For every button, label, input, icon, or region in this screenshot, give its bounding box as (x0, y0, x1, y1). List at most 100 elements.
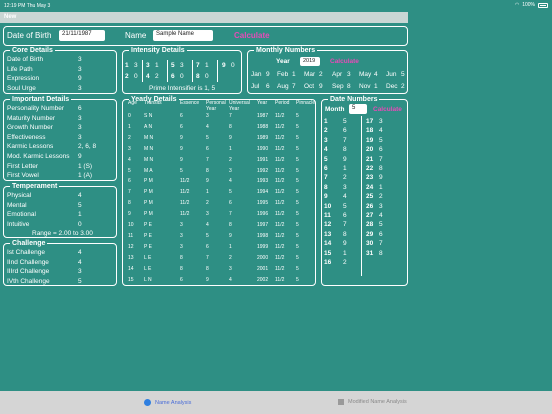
yearly-cell: 11/2 (275, 189, 285, 196)
year-input[interactable]: 2019 (300, 57, 320, 66)
date-day: 6 (324, 165, 328, 172)
month-name: Aug (277, 83, 289, 90)
date-value: 5 (343, 118, 347, 125)
yearly-header: Period (275, 100, 290, 106)
date-value: 6 (379, 146, 383, 154)
yearly-cell: 4 (206, 222, 209, 228)
intensity-number: 3 (146, 62, 150, 69)
month-name: Dec (386, 83, 398, 90)
yearly-cell: 15 (128, 276, 134, 283)
yearly-cell: 11/2 (275, 265, 285, 272)
intensity-divider (167, 60, 168, 82)
yearly-cell: 5 (206, 232, 209, 239)
status-bar: 12:19 PM Thu May 3 ◠ 100% (0, 0, 552, 12)
yearly-cell: M N (144, 156, 154, 163)
yearly-cell: 5 (296, 189, 299, 196)
yearly-cell: 2 (206, 200, 209, 207)
date-value: 5 (379, 136, 383, 144)
calculate-button[interactable]: Calculate (234, 31, 270, 40)
yearly-cell: 6 (206, 145, 209, 152)
yearly-cell: 11/2 (275, 276, 285, 283)
yearly-cell: 11/2 (275, 232, 285, 239)
core-label-0: Date of Birth (7, 56, 44, 63)
intensity-count: 0 (180, 73, 184, 80)
important-value-3: 3 (78, 133, 82, 141)
month-value: 8 (347, 83, 351, 90)
yearly-cell: 5 (128, 167, 131, 174)
yearly-cell: 1998 (257, 232, 269, 239)
yearly-cell: 5 (296, 265, 299, 272)
intensity-count: 0 (205, 73, 209, 80)
yearly-cell: 5 (296, 123, 299, 130)
yearly-cell: 11/2 (275, 243, 285, 250)
date-value: 7 (343, 136, 347, 144)
yearly-cell: 4 (128, 156, 131, 163)
yearly-cell: M A (144, 167, 153, 174)
yearly-cell: 3 (206, 211, 209, 218)
month-name: Mar (304, 71, 316, 78)
intensity-number: 2 (125, 73, 129, 80)
month-label: Month (325, 106, 345, 113)
yearly-cell: 1999 (257, 243, 269, 250)
intensity-count: 1 (155, 62, 159, 69)
date-day: 27 (366, 212, 374, 219)
temperament-value-3: 0 (78, 220, 82, 228)
tab-modified-name-analysis[interactable]: Modified Name Analysis (338, 399, 407, 405)
yearly-cell: 5 (180, 167, 183, 174)
tab-modified-label: Modified Name Analysis (348, 399, 407, 405)
year-calculate-button[interactable]: Calculate (330, 57, 359, 66)
name-input[interactable]: Sample Name (153, 30, 213, 41)
yearly-cell: P E (144, 243, 152, 250)
nav-title: New (4, 14, 17, 20)
month-name: Sep (332, 83, 344, 90)
important-label-7: First Vowel (7, 172, 39, 180)
yearly-cell: 6 (180, 276, 183, 283)
intensity-number: 7 (196, 62, 200, 69)
date-day: 3 (324, 136, 328, 144)
yearly-cell: 8 (206, 167, 209, 174)
date-day: 9 (324, 193, 328, 201)
intensity-count: 1 (205, 62, 209, 69)
important-value-7: 1 (A) (78, 172, 93, 180)
core-value-3: 3 (78, 84, 82, 92)
yearly-cell: 1 (206, 189, 209, 196)
month-calculate-button[interactable]: Calculate (373, 105, 402, 114)
dob-input[interactable]: 21/11/1987 (59, 30, 105, 41)
tab-name-analysis[interactable]: Name Analysis (144, 399, 191, 406)
month-value: 2 (401, 83, 405, 90)
yearly-cell: 5 (296, 178, 299, 185)
yearly-cell: 5 (296, 276, 299, 283)
challenge-label-2: IIIrd Challenge (7, 268, 50, 275)
status-right: ◠ 100% (515, 2, 548, 8)
yearly-cell: 0 (128, 113, 131, 119)
intensity-divider (142, 60, 143, 82)
yearly-cell: 5 (296, 232, 299, 239)
date-value: 9 (343, 240, 347, 248)
temperament-label-3: Intuitive (7, 220, 30, 228)
month-name: Oct (304, 83, 315, 90)
date-value: 6 (343, 127, 347, 135)
date-day: 13 (324, 230, 332, 238)
challenge-value-0: 4 (78, 249, 82, 256)
core-details-box: Core Details Date of Birth 3 Life Path 3 Exp… (3, 46, 117, 94)
battery-icon (538, 2, 548, 8)
intensity-count: 3 (180, 62, 184, 69)
month-name: Jan (251, 71, 262, 78)
header-box: Date of Birth 21/11/1987 Name Sample Nam… (3, 26, 408, 46)
date-divider (361, 116, 362, 276)
important-value-5: 9 (78, 153, 82, 160)
important-label-5: Mod. Karmic Lessons (7, 153, 70, 160)
intensity-number: 5 (171, 62, 175, 69)
yearly-cell: L E (144, 265, 152, 272)
temperament-box: Temperament Physical 4 Mental 5 Emotional 1 In… (3, 182, 117, 238)
month-input[interactable]: 5 (349, 104, 367, 114)
temperament-label-2: Emotional (7, 211, 36, 218)
date-value: 4 (343, 193, 347, 201)
date-day: 20 (366, 146, 374, 154)
month-value: 1 (292, 71, 296, 78)
month-value: 9 (319, 83, 323, 90)
intensity-details-box: Intensity Details 133153719020426080 Pri… (122, 46, 242, 94)
month-value: 1 (374, 83, 378, 90)
yearly-cell: 3 (229, 167, 232, 174)
yearly-cell: 5 (206, 134, 209, 141)
